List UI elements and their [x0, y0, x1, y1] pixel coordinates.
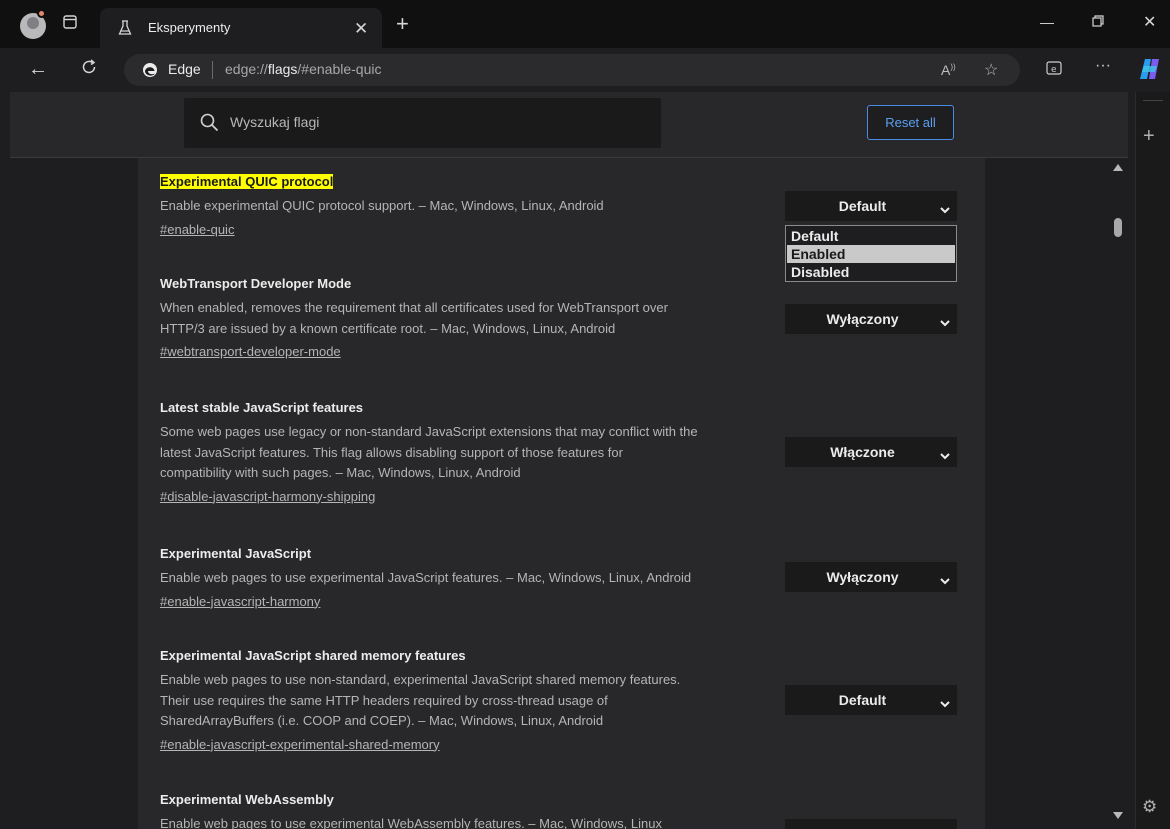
reset-all-button[interactable]: Reset all [867, 105, 954, 140]
more-menu-icon[interactable]: ··· [1095, 57, 1111, 75]
title-bar: Eksperymenty ✕ + — ✕ [0, 0, 1170, 48]
scrollbar[interactable] [1110, 158, 1128, 829]
flag-link[interactable]: #enable-javascript-harmony [160, 592, 780, 612]
read-aloud-icon[interactable]: A)) [941, 62, 956, 78]
flag-title: WebTransport Developer Mode [160, 276, 352, 291]
flag-title: Experimental WebAssembly [160, 792, 334, 807]
flag-title: Experimental JavaScript [160, 546, 312, 561]
scrollbar-thumb[interactable] [1114, 218, 1122, 237]
new-tab-button[interactable]: + [396, 11, 409, 37]
refresh-icon[interactable] [80, 58, 98, 82]
tab-close-icon[interactable]: ✕ [354, 19, 368, 39]
flag-description: Enable web pages to use experimental Web… [160, 816, 662, 829]
dropdown-option[interactable]: Default [787, 227, 955, 245]
flag-select[interactable]: Wyłączony [785, 562, 957, 592]
flag-link[interactable]: #enable-quic [160, 220, 780, 240]
favorite-star-icon[interactable]: ☆ [984, 60, 998, 80]
navigation-toolbar: ← Edge edge://flags/#enable-quic A)) ☆ e… [0, 48, 1135, 92]
chevron-down-icon [940, 572, 950, 588]
flag-description: Enable web pages to use experimental Jav… [160, 570, 692, 585]
select-dropdown: Default Enabled Disabled [785, 225, 957, 282]
dropdown-option[interactable]: Disabled [787, 263, 955, 281]
flag-description: Enable web pages to use non-standard, ex… [160, 672, 681, 728]
copilot-icon[interactable] [1137, 57, 1163, 86]
flag-link[interactable]: #enable-javascript-experimental-shared-m… [160, 735, 780, 755]
flag-item: Latest stable JavaScript features Some w… [160, 398, 780, 507]
flag-select[interactable]: Default [785, 685, 957, 715]
select-value: Default [838, 692, 887, 708]
flag-item: Experimental JavaScript shared memory fe… [160, 646, 780, 755]
flag-description: Enable experimental QUIC protocol suppor… [160, 198, 604, 213]
tab-title: Eksperymenty [148, 20, 231, 35]
edge-logo-icon [142, 62, 158, 83]
select-value: Wyłączony [826, 311, 899, 327]
select-value: Default [838, 198, 887, 214]
sidebar-divider [1143, 100, 1163, 101]
scroll-down-arrow-icon[interactable] [1113, 812, 1123, 819]
flag-item: Experimental QUIC protocol Enable experi… [160, 172, 780, 240]
profile-status-dot [37, 9, 46, 18]
sidebar-add-icon[interactable]: + [1143, 125, 1155, 148]
flag-select[interactable]: Wyłączony [785, 304, 957, 334]
flag-select[interactable] [785, 819, 957, 829]
flag-title: Experimental QUIC protocol [160, 174, 334, 189]
active-tab[interactable]: Eksperymenty ✕ [100, 8, 382, 48]
flag-title: Experimental JavaScript shared memory fe… [160, 648, 466, 663]
flag-link[interactable]: #webtransport-developer-mode [160, 342, 780, 362]
flag-item: Experimental WebAssembly Enable web page… [160, 790, 780, 829]
flag-item: Experimental JavaScript Enable web pages… [160, 544, 780, 612]
flag-title: Latest stable JavaScript features [160, 400, 364, 415]
chevron-down-icon [940, 314, 950, 330]
chevron-down-icon [940, 201, 950, 217]
url-text[interactable]: edge://flags/#enable-quic [225, 61, 381, 77]
search-placeholder: Wyszukaj flagi [230, 114, 320, 130]
flag-description: When enabled, removes the requirement th… [160, 300, 668, 336]
chevron-down-icon [940, 447, 950, 463]
scroll-up-arrow-icon[interactable] [1113, 164, 1123, 171]
chevron-down-icon [940, 695, 950, 711]
select-value: Wyłączony [826, 569, 899, 585]
search-icon [200, 113, 219, 137]
back-icon[interactable]: ← [28, 58, 48, 81]
edge-sidebar [1135, 92, 1170, 829]
flag-description: Some web pages use legacy or non-standar… [160, 424, 698, 480]
flag-link[interactable]: #disable-javascript-harmony-shipping [160, 487, 780, 507]
dropdown-option[interactable]: Enabled [787, 245, 955, 263]
site-name: Edge [168, 61, 201, 77]
minimize-icon[interactable]: — [1040, 14, 1054, 30]
search-input[interactable]: Wyszukaj flagi [184, 98, 661, 148]
flag-select[interactable]: Włączone [785, 437, 957, 467]
flag-item: WebTransport Developer Mode When enabled… [160, 274, 780, 362]
tab-actions-icon[interactable] [62, 14, 82, 34]
close-window-icon[interactable]: ✕ [1143, 12, 1156, 32]
sidebar-settings-icon[interactable]: ⚙ [1142, 797, 1157, 817]
flag-select[interactable]: Default [785, 191, 957, 221]
address-separator [212, 61, 213, 79]
select-value: Włączone [830, 444, 895, 460]
restore-icon[interactable] [1092, 14, 1104, 30]
flask-icon [118, 20, 132, 41]
svg-text:e: e [1051, 65, 1057, 75]
browser-essentials-icon[interactable]: e [1046, 60, 1062, 79]
address-bar[interactable]: Edge edge://flags/#enable-quic A)) ☆ [124, 54, 1020, 86]
